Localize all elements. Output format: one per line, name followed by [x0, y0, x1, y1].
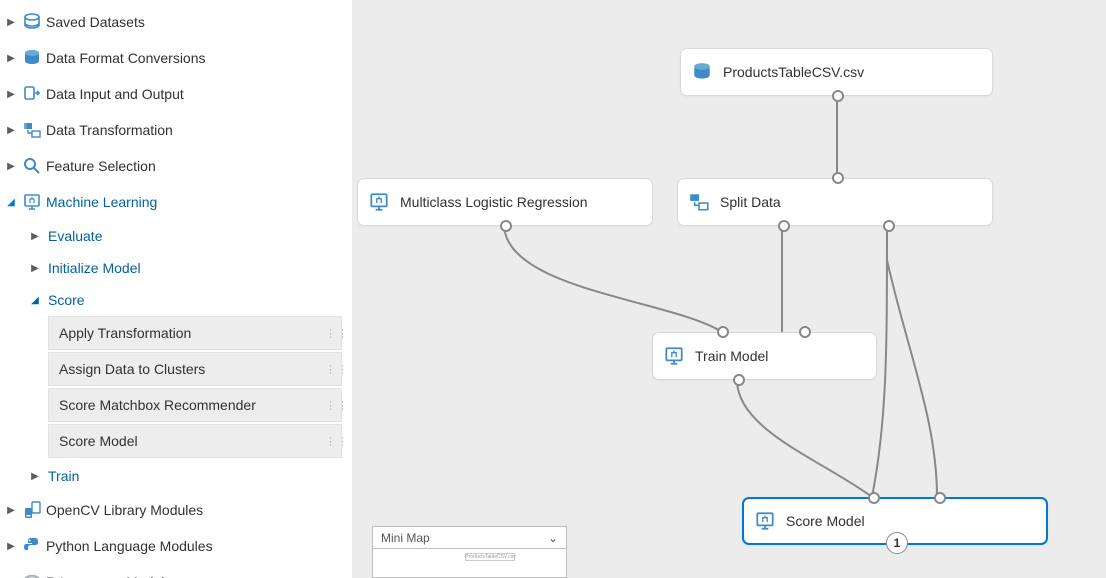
leaf-label: Score Model	[49, 433, 325, 449]
input-port-2[interactable]	[934, 492, 946, 504]
drag-grip-icon: ⋮⋮	[325, 399, 341, 412]
tree-item-feature-selection[interactable]: ▶ Feature Selection	[0, 148, 352, 184]
node-label: Multiclass Logistic Regression	[400, 194, 588, 210]
drag-grip-icon: ⋮⋮	[325, 363, 341, 376]
caret-right-icon: ▶	[4, 53, 18, 64]
tree-item-python[interactable]: ▶ Python Language Modules	[0, 528, 352, 564]
caret-right-icon: ▶	[28, 263, 42, 274]
leaf-label: Score Matchbox Recommender	[49, 397, 325, 413]
tree-item-label: Machine Learning	[46, 194, 352, 210]
warning-badge[interactable]: 1	[886, 532, 908, 554]
python-icon	[18, 536, 46, 556]
caret-right-icon: ▶	[28, 471, 42, 482]
ml-icon	[744, 510, 786, 532]
caret-right-icon: ▶	[4, 89, 18, 100]
drag-grip-icon: ⋮⋮	[325, 327, 341, 340]
io-icon	[18, 84, 46, 104]
output-port[interactable]	[832, 90, 844, 102]
module-apply-transformation[interactable]: Apply Transformation ⋮⋮	[48, 316, 342, 350]
leaf-label: Assign Data to Clusters	[49, 361, 325, 377]
tree-item-data-transform[interactable]: ▶ Data Transformation	[0, 112, 352, 148]
experiment-canvas[interactable]: ProductsTableCSV.csv Multiclass Logistic…	[352, 0, 1106, 578]
transform-icon	[678, 191, 720, 213]
transform-icon	[18, 120, 46, 140]
caret-right-icon: ▶	[4, 125, 18, 136]
output-port-2[interactable]	[883, 220, 895, 232]
input-port-1[interactable]	[868, 492, 880, 504]
sub-item-label: Initialize Model	[48, 260, 141, 276]
tree-item-data-io[interactable]: ▶ Data Input and Output	[0, 76, 352, 112]
sub-item-evaluate[interactable]: ▶ Evaluate	[0, 220, 352, 252]
tree-item-machine-learning[interactable]: ◢ Machine Learning	[0, 184, 352, 220]
node-score-model[interactable]: Score Model 1	[742, 497, 1048, 545]
node-train-model[interactable]: Train Model	[652, 332, 877, 380]
sub-item-label: Score	[48, 292, 85, 308]
minimap-toggle[interactable]: Mini Map ⌄	[373, 527, 566, 549]
output-port[interactable]	[500, 220, 512, 232]
opencv-icon	[18, 500, 46, 520]
tree-item-label: Feature Selection	[46, 158, 352, 174]
sub-item-train[interactable]: ▶ Train	[0, 460, 352, 492]
input-port-1[interactable]	[717, 326, 729, 338]
module-assign-clusters[interactable]: Assign Data to Clusters ⋮⋮	[48, 352, 342, 386]
r-icon: R	[18, 572, 46, 578]
caret-right-icon: ▶	[28, 231, 42, 242]
tree-item-label: Data Transformation	[46, 122, 352, 138]
node-label: Split Data	[720, 194, 781, 210]
tree-item-label: OpenCV Library Modules	[46, 502, 352, 518]
node-split-data[interactable]: Split Data	[677, 178, 993, 226]
tree-item-opencv[interactable]: ▶ OpenCV Library Modules	[0, 492, 352, 528]
caret-down-icon: ◢	[4, 197, 18, 208]
tree-item-label: Python Language Modules	[46, 538, 352, 554]
input-port-2[interactable]	[799, 326, 811, 338]
module-score-model[interactable]: Score Model ⋮⋮	[48, 424, 342, 458]
database-icon	[18, 12, 46, 32]
sub-item-score[interactable]: ◢ Score	[0, 284, 352, 316]
caret-down-icon: ◢	[28, 295, 42, 306]
leaf-label: Apply Transformation	[49, 325, 325, 341]
node-label: Score Model	[786, 513, 865, 529]
tree-item-r[interactable]: ▶ R R Language Modules	[0, 564, 352, 578]
node-mlr[interactable]: Multiclass Logistic Regression	[357, 178, 653, 226]
output-port-1[interactable]	[778, 220, 790, 232]
tree-item-saved-datasets[interactable]: ▶ Saved Datasets	[0, 4, 352, 40]
minimap-title: Mini Map	[381, 531, 430, 545]
ml-icon	[358, 191, 400, 213]
node-label: Train Model	[695, 348, 768, 364]
sub-item-initialize-model[interactable]: ▶ Initialize Model	[0, 252, 352, 284]
tree-item-label: Saved Datasets	[46, 14, 352, 30]
module-tree-sidebar: ▶ Saved Datasets ▶ Data Format Conversio…	[0, 0, 352, 578]
dataset-icon	[681, 61, 723, 83]
tree-item-data-format[interactable]: ▶ Data Format Conversions	[0, 40, 352, 76]
sub-item-label: Evaluate	[48, 228, 102, 244]
module-score-matchbox[interactable]: Score Matchbox Recommender ⋮⋮	[48, 388, 342, 422]
database-icon	[18, 48, 46, 68]
ml-icon	[653, 345, 695, 367]
tree-item-label: Data Format Conversions	[46, 50, 352, 66]
tree-item-label: Data Input and Output	[46, 86, 352, 102]
node-label: ProductsTableCSV.csv	[723, 64, 864, 80]
sub-item-label: Train	[48, 468, 79, 484]
tree-item-label: R Language Modules	[46, 574, 352, 578]
ml-icon	[18, 192, 46, 212]
minimap-body[interactable]: ProductsTableCSV.csv	[373, 549, 566, 577]
drag-grip-icon: ⋮⋮	[325, 435, 341, 448]
chevron-down-icon: ⌄	[548, 531, 558, 545]
caret-right-icon: ▶	[4, 161, 18, 172]
minimap: Mini Map ⌄ ProductsTableCSV.csv	[372, 526, 567, 578]
node-dataset[interactable]: ProductsTableCSV.csv	[680, 48, 993, 96]
input-port[interactable]	[832, 172, 844, 184]
minimap-node-label: ProductsTableCSV.csv	[465, 554, 515, 561]
magnify-icon	[18, 156, 46, 176]
caret-right-icon: ▶	[4, 505, 18, 516]
caret-right-icon: ▶	[4, 541, 18, 552]
caret-right-icon: ▶	[4, 17, 18, 28]
output-port[interactable]	[733, 374, 745, 386]
